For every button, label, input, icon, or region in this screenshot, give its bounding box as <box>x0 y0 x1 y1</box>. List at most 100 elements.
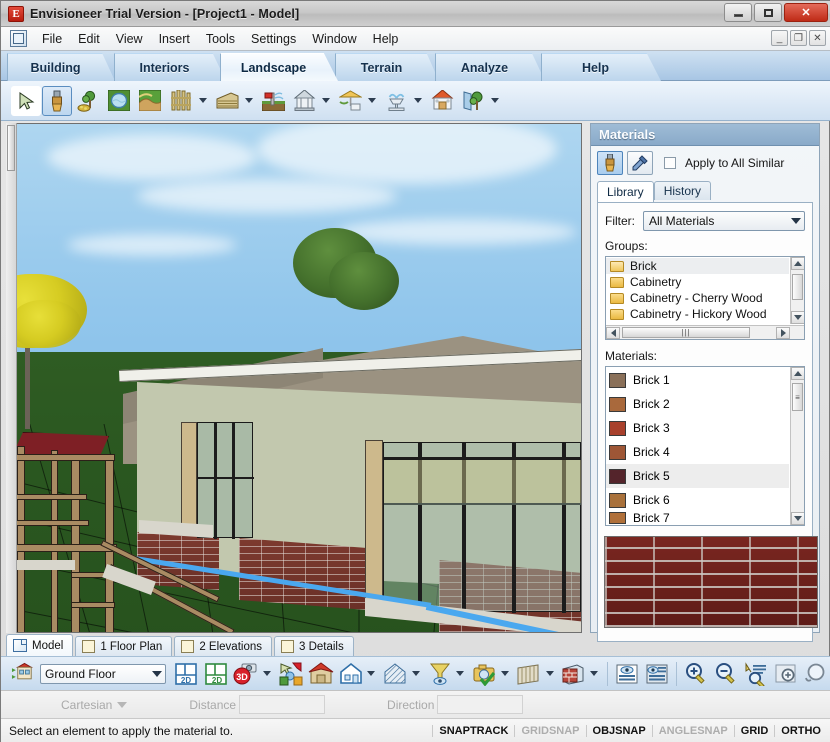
sprinkler-irrigation-tool-button[interactable] <box>258 86 288 116</box>
ribbon-tab-landscape[interactable]: Landscape <box>220 53 338 81</box>
display-filter-dropdown[interactable] <box>455 660 466 688</box>
view-tab-model[interactable]: Model <box>6 634 74 656</box>
status-flag-anglesnap[interactable]: ANGLESNAP <box>651 724 734 737</box>
elevation-view-dropdown[interactable] <box>366 660 377 688</box>
view-2d-plan-button[interactable]: 2D <box>172 659 201 689</box>
zoom-in-button[interactable] <box>681 659 710 689</box>
mdi-close-button[interactable]: ✕ <box>809 30 826 46</box>
elevation-view-button[interactable] <box>336 659 365 689</box>
menu-item-edit[interactable]: Edit <box>70 29 108 49</box>
materials-tab-library[interactable]: Library <box>597 181 654 202</box>
menu-item-settings[interactable]: Settings <box>243 29 304 49</box>
menu-item-insert[interactable]: Insert <box>151 29 198 49</box>
layer-visibility-button[interactable] <box>612 659 641 689</box>
section-cut-dropdown[interactable] <box>411 660 422 688</box>
view-tab-details[interactable]: 3 Details <box>274 636 354 656</box>
close-button[interactable]: ✕ <box>784 3 828 22</box>
minimize-button[interactable] <box>724 3 752 22</box>
chevron-down-icon[interactable] <box>117 701 128 708</box>
render-mode-dropdown[interactable] <box>544 660 555 688</box>
material-row[interactable]: Brick 4 <box>606 440 789 464</box>
scroll-up-arrow-icon[interactable] <box>791 367 804 380</box>
ribbon-tab-analyze[interactable]: Analyze <box>435 53 545 81</box>
material-row[interactable]: Brick 5 <box>606 464 789 488</box>
zoom-previous-button[interactable] <box>801 659 830 689</box>
fountain-tool-button[interactable] <box>381 86 411 116</box>
viewport-scrollbar-thumb[interactable] <box>7 125 15 171</box>
menu-item-window[interactable]: Window <box>304 29 364 49</box>
material-group-row[interactable]: Cabinetry <box>606 274 789 290</box>
materials-vertical-scrollbar[interactable]: ≡ <box>790 367 804 525</box>
status-flag-snaptrack[interactable]: SNAPTRACK <box>432 724 514 737</box>
ribbon-tab-building[interactable]: Building <box>7 53 115 81</box>
plant-library-tool-button[interactable] <box>458 86 488 116</box>
material-filter-select[interactable]: All Materials <box>643 211 805 231</box>
gazebo-tool-button[interactable] <box>289 86 319 116</box>
fence-tool-dropdown[interactable] <box>197 87 208 115</box>
viewport-vertical-scrollbar[interactable] <box>6 123 17 633</box>
direction-input[interactable] <box>437 695 524 714</box>
tree-plant-tool-button[interactable] <box>73 86 103 116</box>
apply-all-similar-checkbox[interactable] <box>664 157 676 169</box>
scroll-down-arrow-icon[interactable] <box>791 311 804 324</box>
display-filter-funnel-button[interactable] <box>425 659 454 689</box>
scroll-down-arrow-icon[interactable] <box>791 512 804 525</box>
status-flag-objsnap[interactable]: OBJSNAP <box>585 724 652 737</box>
deck-tool-button[interactable] <box>212 86 242 116</box>
section-cut-button[interactable] <box>381 659 410 689</box>
material-group-row[interactable]: Brick <box>606 258 789 274</box>
material-render-button[interactable] <box>559 659 588 689</box>
zoom-selected-button[interactable] <box>741 659 770 689</box>
menu-item-help[interactable]: Help <box>365 29 407 49</box>
camera-snapshot-dropdown[interactable] <box>500 660 511 688</box>
status-flag-ortho[interactable]: ORTHO <box>774 724 827 737</box>
zoom-out-button[interactable] <box>711 659 740 689</box>
material-row[interactable]: Brick 7 <box>606 512 789 524</box>
scroll-left-arrow-icon[interactable] <box>606 326 620 339</box>
menu-item-tools[interactable]: Tools <box>198 29 243 49</box>
floor-level-selector[interactable]: Ground Floor <box>40 663 166 684</box>
fountain-tool-dropdown[interactable] <box>412 87 423 115</box>
materials-scrollbar-thumb[interactable]: ≡ <box>792 383 803 411</box>
select-arrow-tool-button[interactable] <box>11 85 41 116</box>
layer-properties-button[interactable] <box>642 659 671 689</box>
material-groups-listbox[interactable]: Brick Cabinetry Cabinetry - Cherry Wood … <box>605 256 805 340</box>
patio-umbrella-tool-button[interactable] <box>335 86 365 116</box>
ribbon-tab-terrain[interactable]: Terrain <box>335 53 439 81</box>
pick-material-eyedropper-button[interactable] <box>627 151 653 175</box>
plant-library-tool-dropdown[interactable] <box>489 87 500 115</box>
status-flag-grid[interactable]: GRID <box>733 724 775 737</box>
maximize-button[interactable] <box>754 3 782 22</box>
apply-material-brush-button[interactable] <box>597 151 623 175</box>
deck-tool-dropdown[interactable] <box>243 87 254 115</box>
exterior-model-view-button[interactable] <box>306 659 335 689</box>
scroll-up-arrow-icon[interactable] <box>791 257 804 270</box>
material-group-row[interactable]: Cabinetry - Hickory Wood <box>606 306 789 322</box>
render-mode-button[interactable] <box>514 659 543 689</box>
mdi-minimize-button[interactable]: _ <box>771 30 788 46</box>
pond-water-feature-tool-button[interactable] <box>104 86 134 116</box>
groups-scrollbar-thumb[interactable] <box>792 274 803 300</box>
gazebo-tool-dropdown[interactable] <box>320 87 331 115</box>
distance-input[interactable] <box>239 695 326 714</box>
groups-vertical-scrollbar[interactable] <box>790 257 804 324</box>
zoom-window-button[interactable] <box>771 659 800 689</box>
view-3d-camera-dropdown[interactable] <box>262 660 273 688</box>
materials-listbox[interactable]: Brick 1 Brick 2 Brick 3 Brick 4 Brick 5 … <box>605 366 805 526</box>
material-row[interactable]: Brick 3 <box>606 416 789 440</box>
material-row[interactable]: Brick 6 <box>606 488 789 512</box>
object-selection-filter-button[interactable] <box>276 659 305 689</box>
ribbon-tab-help[interactable]: Help <box>541 53 661 81</box>
menu-item-file[interactable]: File <box>34 29 70 49</box>
patio-umbrella-tool-dropdown[interactable] <box>366 87 377 115</box>
status-flag-gridsnap[interactable]: GRIDSNAP <box>514 724 585 737</box>
model-3d-viewport[interactable] <box>6 123 582 633</box>
material-row[interactable]: Brick 1 <box>606 368 789 392</box>
mdi-restore-button[interactable]: ❐ <box>790 30 807 46</box>
fence-tool-button[interactable] <box>166 86 196 116</box>
material-group-row[interactable]: Cabinetry - Cherry Wood <box>606 290 789 306</box>
groups-hscrollbar-thumb[interactable]: ||| <box>622 327 750 338</box>
ribbon-tab-interiors[interactable]: Interiors <box>114 53 226 81</box>
material-render-dropdown[interactable] <box>589 660 600 688</box>
menu-item-view[interactable]: View <box>108 29 151 49</box>
